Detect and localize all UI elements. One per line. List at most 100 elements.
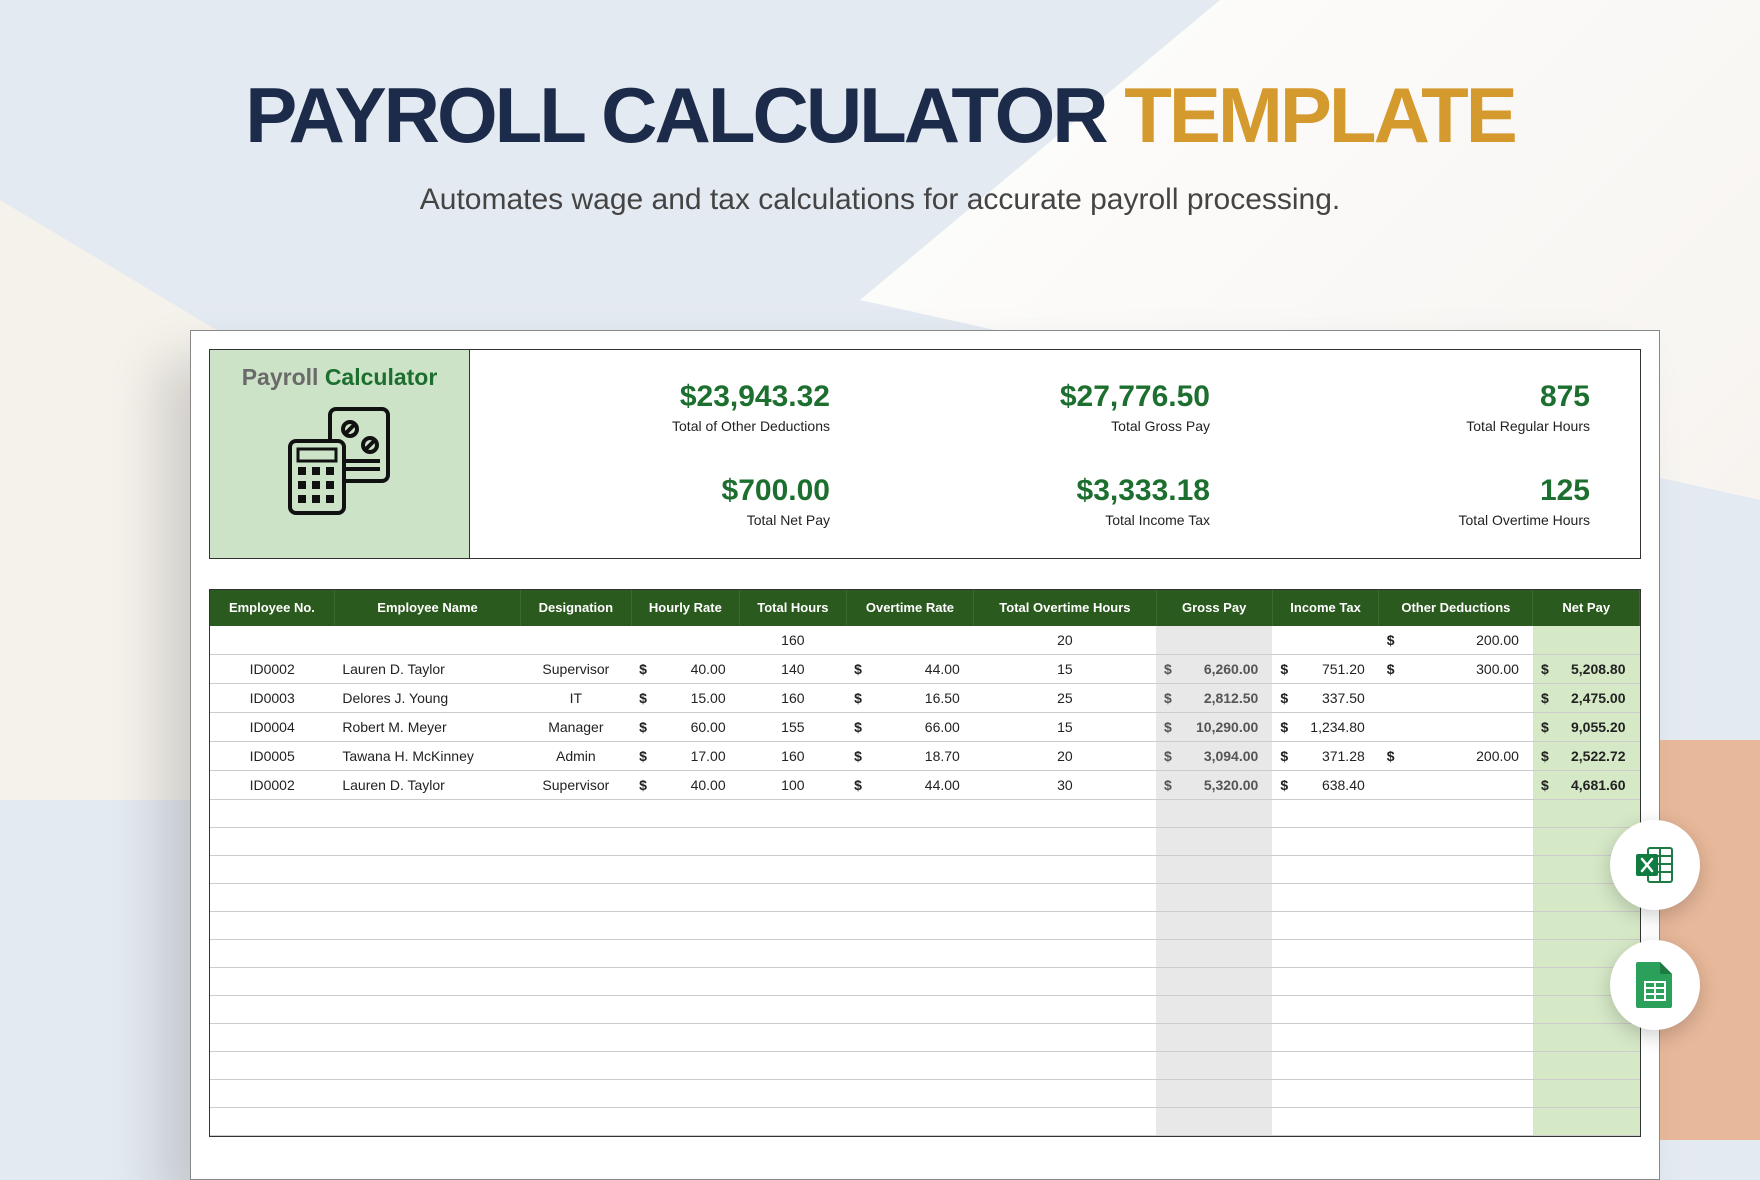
cell	[740, 967, 846, 995]
column-header: Other Deductions	[1379, 590, 1533, 626]
cell	[631, 967, 740, 995]
excel-icon[interactable]	[1610, 820, 1700, 910]
cell	[740, 883, 846, 911]
column-header: Total Hours	[740, 590, 846, 626]
google-sheets-icon[interactable]	[1610, 940, 1700, 1030]
cell	[740, 1051, 846, 1079]
table-header: Employee No.Employee NameDesignationHour…	[210, 590, 1640, 626]
cell	[334, 1079, 520, 1107]
cell	[1272, 1051, 1378, 1079]
cell: 20	[974, 626, 1156, 655]
cell	[1379, 855, 1533, 883]
cell: 160	[740, 741, 846, 770]
cell: $751.20	[1272, 654, 1378, 683]
table-row-empty	[210, 1023, 1640, 1051]
cell	[1379, 799, 1533, 827]
cell: $40.00	[631, 770, 740, 799]
table-row-empty	[210, 1079, 1640, 1107]
cell	[974, 1023, 1156, 1051]
cell	[334, 799, 520, 827]
cell	[1533, 1023, 1640, 1051]
cell	[1379, 1107, 1533, 1135]
cell: 15	[974, 654, 1156, 683]
cell	[1156, 1107, 1272, 1135]
cell	[740, 855, 846, 883]
cell	[521, 799, 631, 827]
cell	[521, 939, 631, 967]
cell	[846, 1023, 974, 1051]
cell	[974, 939, 1156, 967]
cell: ID0002	[210, 770, 334, 799]
card-title: Payroll Calculator	[242, 364, 438, 391]
cell	[846, 827, 974, 855]
cell: Tawana H. McKinney	[334, 741, 520, 770]
cell	[334, 626, 520, 655]
cell: 100	[740, 770, 846, 799]
cell	[846, 799, 974, 827]
cell	[334, 855, 520, 883]
cell	[846, 855, 974, 883]
title-part2: TEMPLATE	[1124, 71, 1515, 159]
cell	[210, 1107, 334, 1135]
cell	[1379, 939, 1533, 967]
cell	[1272, 855, 1378, 883]
cell: $2,522.72	[1533, 741, 1640, 770]
cell	[740, 995, 846, 1023]
cell	[1379, 911, 1533, 939]
cell	[1156, 911, 1272, 939]
cell	[1272, 883, 1378, 911]
cell	[1156, 967, 1272, 995]
cell	[631, 1079, 740, 1107]
cell: 155	[740, 712, 846, 741]
table-row: ID0002Lauren D. TaylorSupervisor$40.0010…	[210, 770, 1640, 799]
cell	[974, 883, 1156, 911]
cell	[334, 911, 520, 939]
table-row-empty	[210, 911, 1640, 939]
cell	[1533, 1051, 1640, 1079]
cell: Supervisor	[521, 770, 631, 799]
cell	[974, 995, 1156, 1023]
table-row-empty	[210, 967, 1640, 995]
cell	[521, 883, 631, 911]
cell: $3,094.00	[1156, 741, 1272, 770]
cell	[1533, 626, 1640, 655]
cell	[334, 883, 520, 911]
cell	[846, 995, 974, 1023]
cell: 25	[974, 683, 1156, 712]
cell	[1156, 995, 1272, 1023]
cell: $44.00	[846, 770, 974, 799]
cell: $1,234.80	[1272, 712, 1378, 741]
cell: Admin	[521, 741, 631, 770]
cell	[1379, 1023, 1533, 1051]
cell	[521, 995, 631, 1023]
cell	[210, 1023, 334, 1051]
stat-other-deductions: $23,943.32 Total of Other Deductions	[470, 360, 850, 454]
cell	[1156, 1023, 1272, 1051]
table-row-empty	[210, 799, 1640, 827]
cell	[1379, 770, 1533, 799]
cell	[334, 967, 520, 995]
cell	[521, 626, 631, 655]
cell: Lauren D. Taylor	[334, 654, 520, 683]
cell	[521, 1107, 631, 1135]
cell	[974, 1079, 1156, 1107]
column-header: Employee No.	[210, 590, 334, 626]
table-row: 16020$200.00	[210, 626, 1640, 655]
cell	[1272, 1023, 1378, 1051]
cell: Delores J. Young	[334, 683, 520, 712]
cell	[1533, 799, 1640, 827]
calculator-icon	[280, 401, 400, 521]
column-header: Hourly Rate	[631, 590, 740, 626]
table-row-empty	[210, 1051, 1640, 1079]
cell	[1379, 712, 1533, 741]
column-header: Total Overtime Hours	[974, 590, 1156, 626]
table-row-empty	[210, 827, 1640, 855]
cell	[1272, 995, 1378, 1023]
column-header: Employee Name	[334, 590, 520, 626]
stat-net-pay: $700.00 Total Net Pay	[470, 454, 850, 548]
cell	[334, 939, 520, 967]
cell: $371.28	[1272, 741, 1378, 770]
cell	[1533, 1079, 1640, 1107]
table-row-empty	[210, 939, 1640, 967]
column-header: Income Tax	[1272, 590, 1378, 626]
